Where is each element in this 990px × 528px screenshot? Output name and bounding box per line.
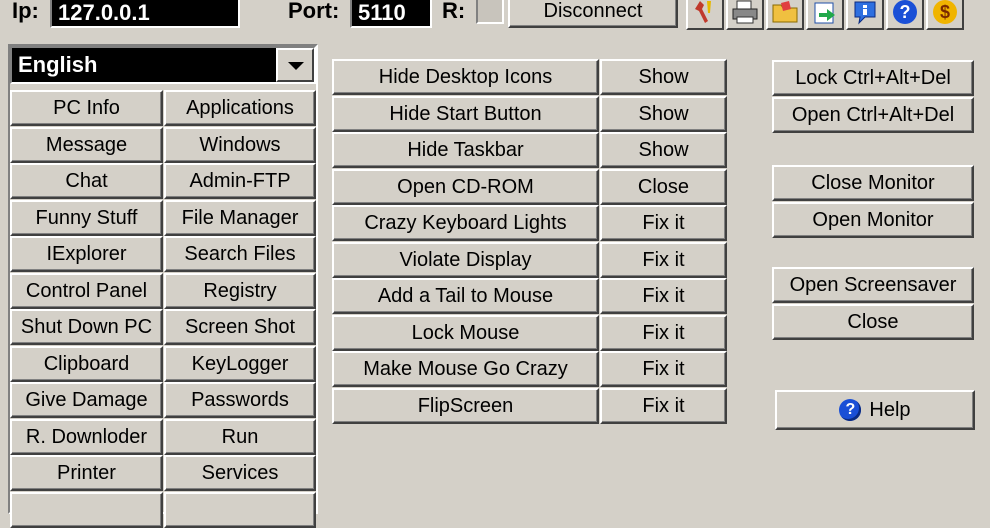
nav-button-file-manager[interactable]: File Manager (164, 199, 316, 236)
chevron-down-icon[interactable] (276, 48, 314, 82)
nav-button-registry[interactable]: Registry (164, 272, 316, 309)
nav-button-iexplorer[interactable]: IExplorer (10, 236, 163, 272)
language-selected: English (18, 52, 98, 77)
export-icon (814, 2, 835, 24)
toolbar-help-button[interactable]: ? (886, 0, 924, 30)
add-a-tail-to-mouse-button[interactable]: Add a Tail to Mouse (332, 278, 599, 314)
violate-display-undo-button[interactable]: Fix it (600, 241, 727, 278)
wrench-icon (695, 1, 711, 23)
disconnect-button[interactable]: Disconnect (508, 0, 678, 28)
hide-desktop-icons-undo-button[interactable]: Show (600, 59, 727, 95)
r-label: R: (442, 0, 466, 23)
money-icon: $ (933, 0, 957, 24)
open-screensaver-button[interactable]: Open Screensaver (772, 267, 974, 303)
ip-input[interactable]: 127.0.0.1 (50, 0, 240, 28)
port-input[interactable]: 5110 (350, 0, 432, 28)
nav-button-run[interactable]: Run (164, 418, 316, 455)
toolbar-folder-button[interactable] (766, 0, 804, 30)
info-icon (854, 1, 876, 25)
violate-display-button[interactable]: Violate Display (332, 241, 599, 278)
nav-button-chat[interactable]: Chat (10, 163, 163, 199)
close-screensaver-button[interactable]: Close (772, 304, 974, 340)
nav-button-printer[interactable]: Printer (10, 455, 163, 491)
nav-button-services[interactable]: Services (164, 455, 316, 491)
nav-button-control-panel[interactable]: Control Panel (10, 272, 163, 309)
r-checkbox[interactable] (476, 0, 504, 24)
toolbar-wrench-button[interactable] (686, 0, 724, 30)
help-button[interactable]: ? Help (775, 390, 975, 430)
folder-icon (772, 1, 798, 23)
help-icon: ? (893, 0, 917, 24)
nav-button-windows[interactable]: Windows (164, 126, 316, 163)
ip-label: Ip: (12, 0, 39, 23)
nav-button-applications[interactable]: Applications (164, 90, 316, 126)
open-monitor-button[interactable]: Open Monitor (772, 202, 974, 238)
nav-button-search-files[interactable]: Search Files (164, 236, 316, 272)
nav-button-message[interactable]: Message (10, 126, 163, 163)
toolbar-info-button[interactable] (846, 0, 884, 30)
nav-button-shut-down-pc[interactable]: Shut Down PC (10, 309, 163, 345)
toolbar-export-button[interactable] (806, 0, 844, 30)
nav-button-partial[interactable] (164, 491, 316, 528)
nav-button-admin-ftp[interactable]: Admin-FTP (164, 163, 316, 199)
hide-taskbar-undo-button[interactable]: Show (600, 132, 727, 168)
lock-mouse-undo-button[interactable]: Fix it (600, 314, 727, 351)
open-cd-rom-button[interactable]: Open CD-ROM (332, 168, 599, 205)
toolbar-printer-button[interactable] (726, 0, 764, 30)
help-icon: ? (839, 399, 862, 421)
nav-button-funny-stuff[interactable]: Funny Stuff (10, 199, 163, 236)
language-select[interactable]: English (10, 46, 316, 84)
make-mouse-go-crazy-undo-button[interactable]: Fix it (600, 351, 727, 387)
hide-start-button-undo-button[interactable]: Show (600, 95, 727, 132)
make-mouse-go-crazy-button[interactable]: Make Mouse Go Crazy (332, 351, 599, 387)
add-a-tail-to-mouse-undo-button[interactable]: Fix it (600, 278, 727, 314)
hide-taskbar-button[interactable]: Hide Taskbar (332, 132, 599, 168)
flipscreen-button[interactable]: FlipScreen (332, 387, 599, 424)
nav-button-r-downloder[interactable]: R. Downloder (10, 418, 163, 455)
nav-button-clipboard[interactable]: Clipboard (10, 345, 163, 382)
nav-button-give-damage[interactable]: Give Damage (10, 382, 163, 418)
lock-mouse-button[interactable]: Lock Mouse (332, 314, 599, 351)
toolbar-money-button[interactable]: $ (926, 0, 964, 30)
nav-button-partial[interactable] (10, 491, 163, 528)
nav-button-keylogger[interactable]: KeyLogger (164, 345, 316, 382)
crazy-keyboard-lights-button[interactable]: Crazy Keyboard Lights (332, 205, 599, 241)
open-ctrl-alt-del-button[interactable]: Open Ctrl+Alt+Del (772, 97, 974, 133)
nav-button-screen-shot[interactable]: Screen Shot (164, 309, 316, 345)
printer-icon (732, 0, 758, 24)
port-label: Port: (288, 0, 340, 23)
lock-ctrl-alt-del-button[interactable]: Lock Ctrl+Alt+Del (772, 60, 974, 96)
hide-desktop-icons-button[interactable]: Hide Desktop Icons (332, 59, 599, 95)
flipscreen-undo-button[interactable]: Fix it (600, 387, 727, 424)
nav-button-passwords[interactable]: Passwords (164, 382, 316, 418)
hide-start-button-button[interactable]: Hide Start Button (332, 95, 599, 132)
close-monitor-button[interactable]: Close Monitor (772, 165, 974, 201)
help-label: Help (869, 399, 911, 421)
open-cd-rom-undo-button[interactable]: Close (600, 168, 727, 205)
crazy-keyboard-lights-undo-button[interactable]: Fix it (600, 205, 727, 241)
nav-button-pc-info[interactable]: PC Info (10, 90, 163, 126)
